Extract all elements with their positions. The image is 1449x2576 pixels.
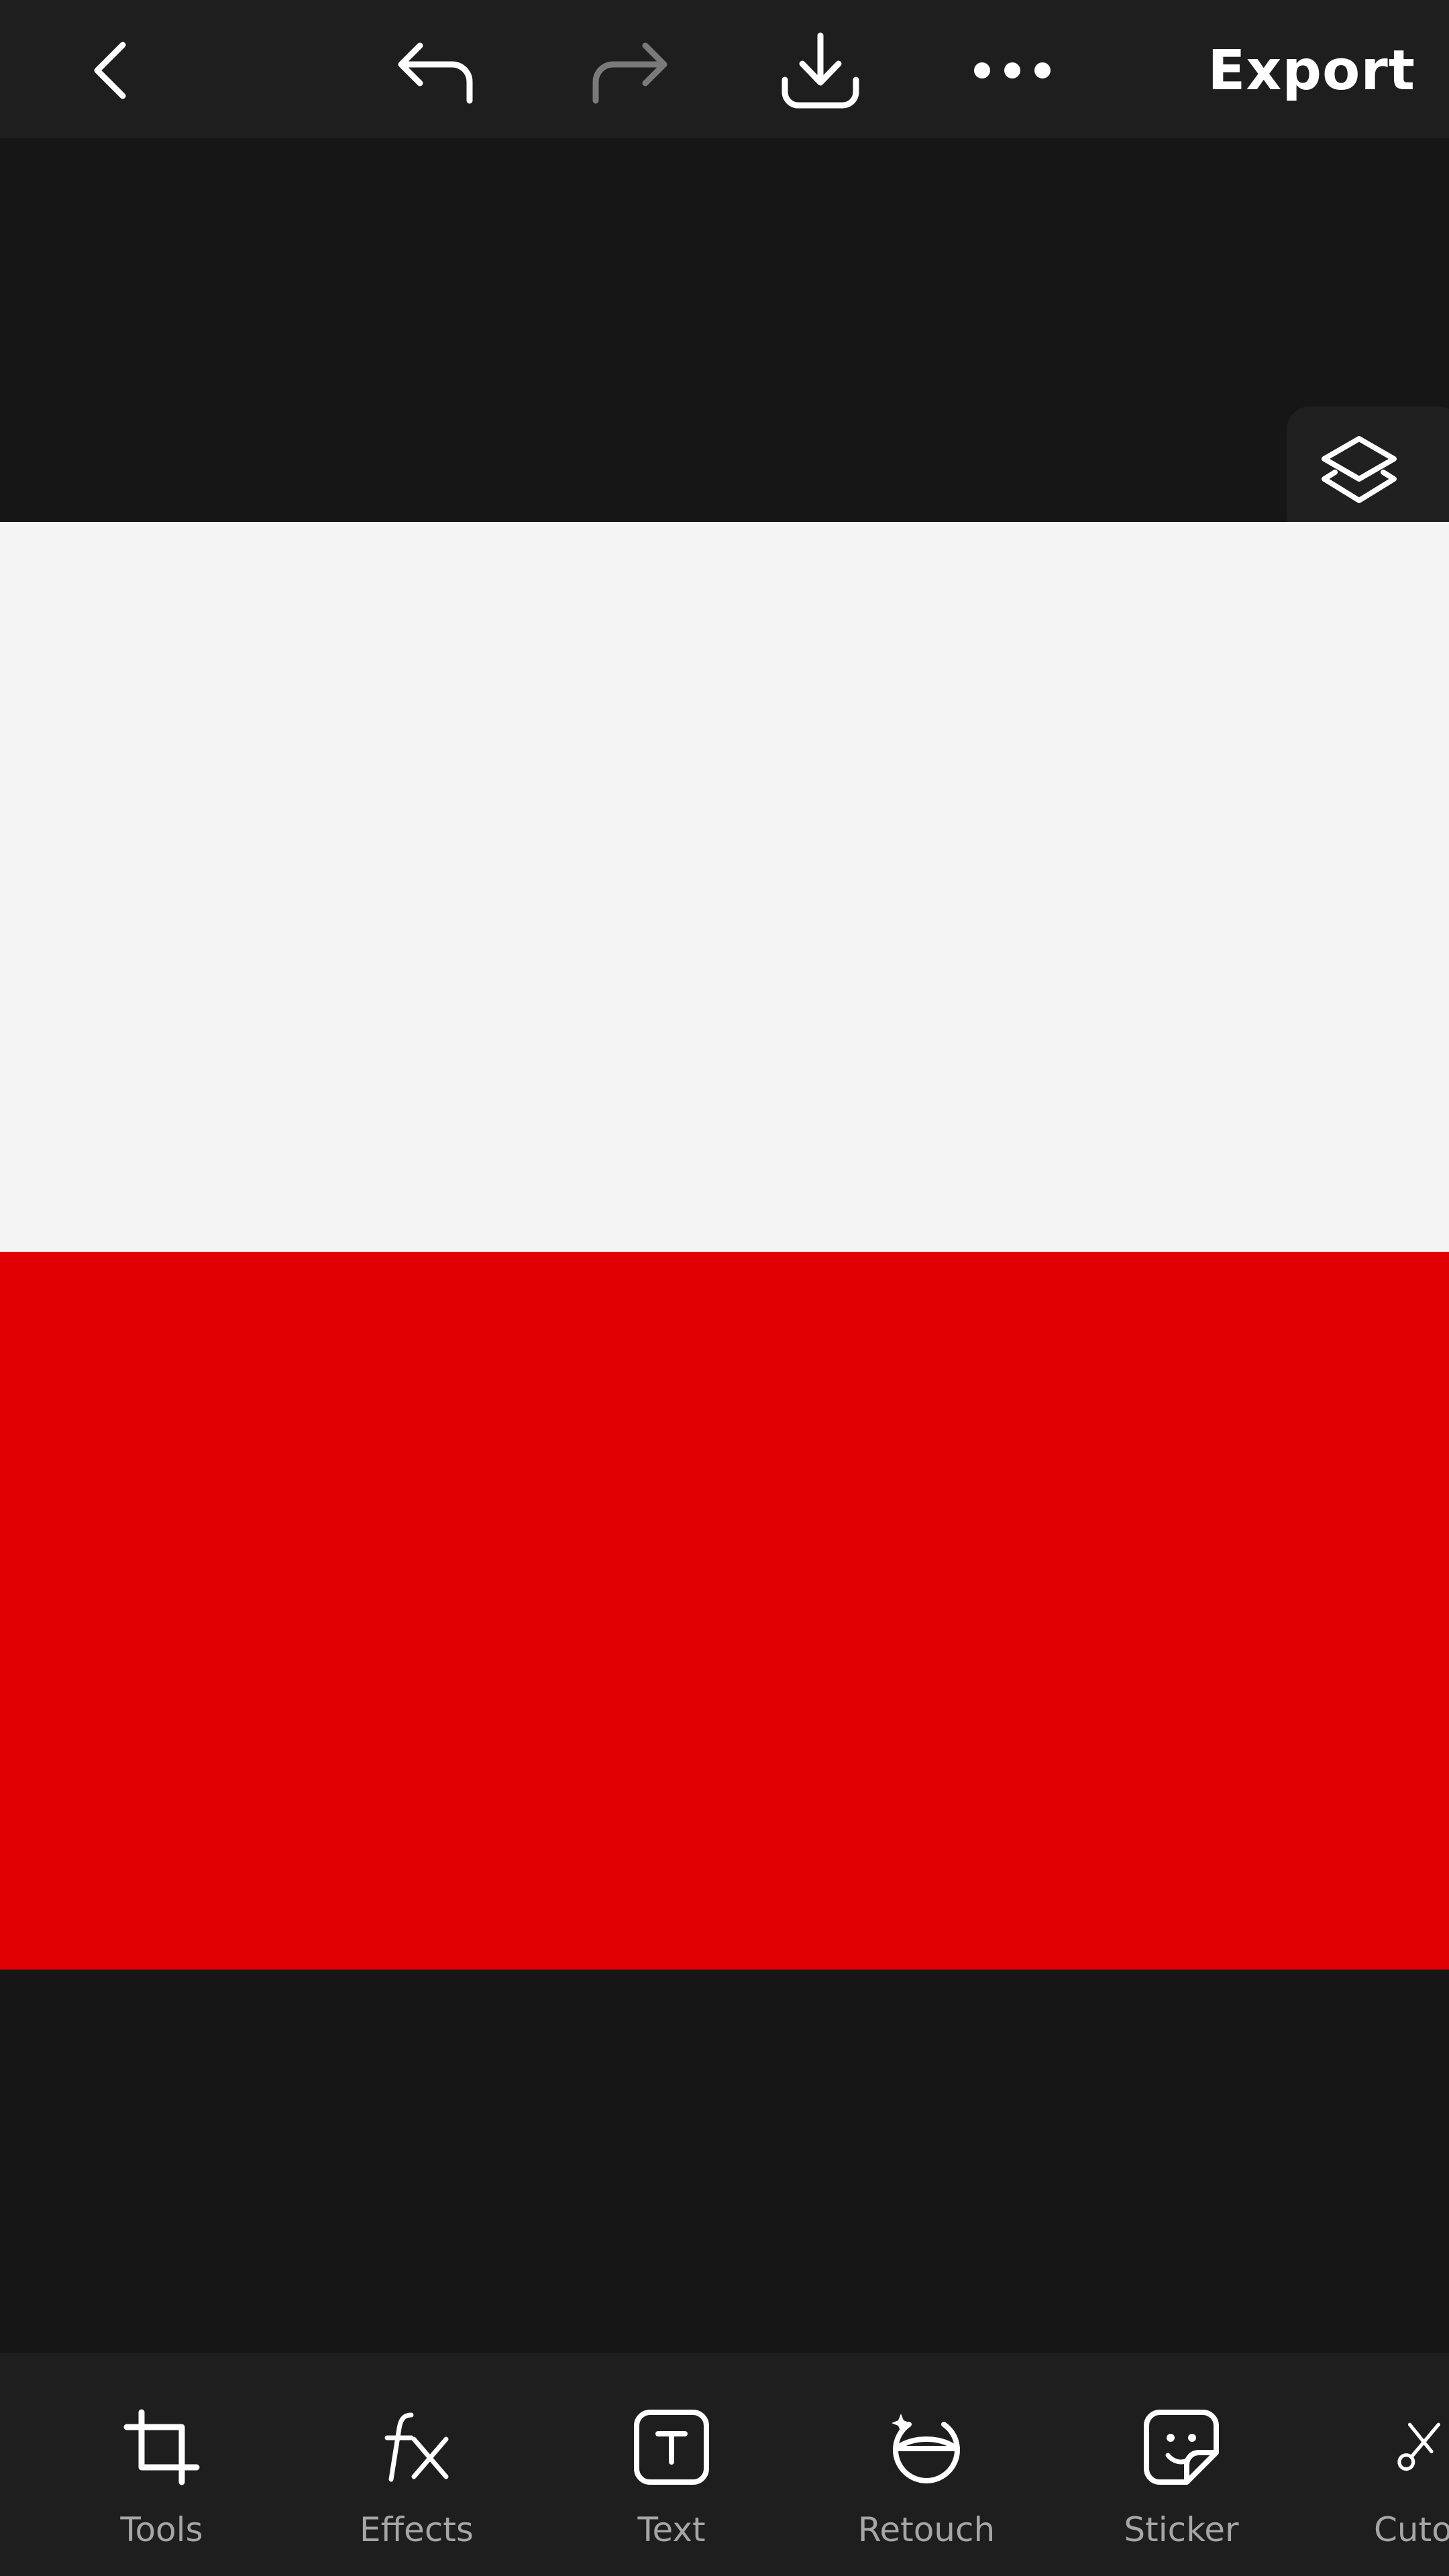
redo-icon (585, 34, 672, 107)
text-box-icon (625, 2400, 718, 2494)
crop-icon (115, 2400, 209, 2494)
tool-label: Text (637, 2510, 706, 2549)
tool-label: Sticker (1124, 2510, 1239, 2549)
fx-icon (370, 2400, 464, 2494)
more-button[interactable] (955, 13, 1069, 127)
tool-label: Effects (360, 2510, 474, 2549)
download-button[interactable] (763, 13, 877, 127)
export-button[interactable]: Export (1208, 23, 1415, 117)
layers-icon (1319, 431, 1399, 514)
tool-text[interactable]: Text (561, 2400, 782, 2561)
image-stripe-red (0, 1252, 1449, 1970)
tool-cutout[interactable]: Cuto (1326, 2400, 1449, 2561)
tool-label: Retouch (857, 2510, 996, 2549)
scissors-icon (1397, 2400, 1449, 2494)
tool-label: Cuto (1374, 2510, 1449, 2549)
back-button[interactable] (54, 13, 168, 127)
undo-icon (393, 34, 480, 107)
edited-image[interactable] (0, 522, 1449, 1970)
sticker-icon (1134, 2400, 1228, 2494)
download-icon (777, 30, 864, 111)
undo-button[interactable] (380, 13, 494, 127)
tool-sticker[interactable]: Sticker (1071, 2400, 1292, 2561)
image-stripe-white (0, 522, 1449, 1252)
redo-button[interactable] (572, 13, 686, 127)
retouch-face-icon (879, 2400, 973, 2494)
top-bar: Export (0, 0, 1449, 138)
tool-effects[interactable]: Effects (306, 2400, 527, 2561)
chevron-left-icon (84, 37, 138, 104)
bottom-toolbar: Tools Effects Text Retouch Sticker Cuto (0, 2353, 1449, 2576)
tool-retouch[interactable]: Retouch (816, 2400, 1037, 2561)
tool-tools[interactable]: Tools (51, 2400, 272, 2561)
more-horizontal-icon (969, 57, 1056, 84)
tool-label: Tools (120, 2510, 203, 2549)
layers-button[interactable] (1287, 407, 1449, 538)
